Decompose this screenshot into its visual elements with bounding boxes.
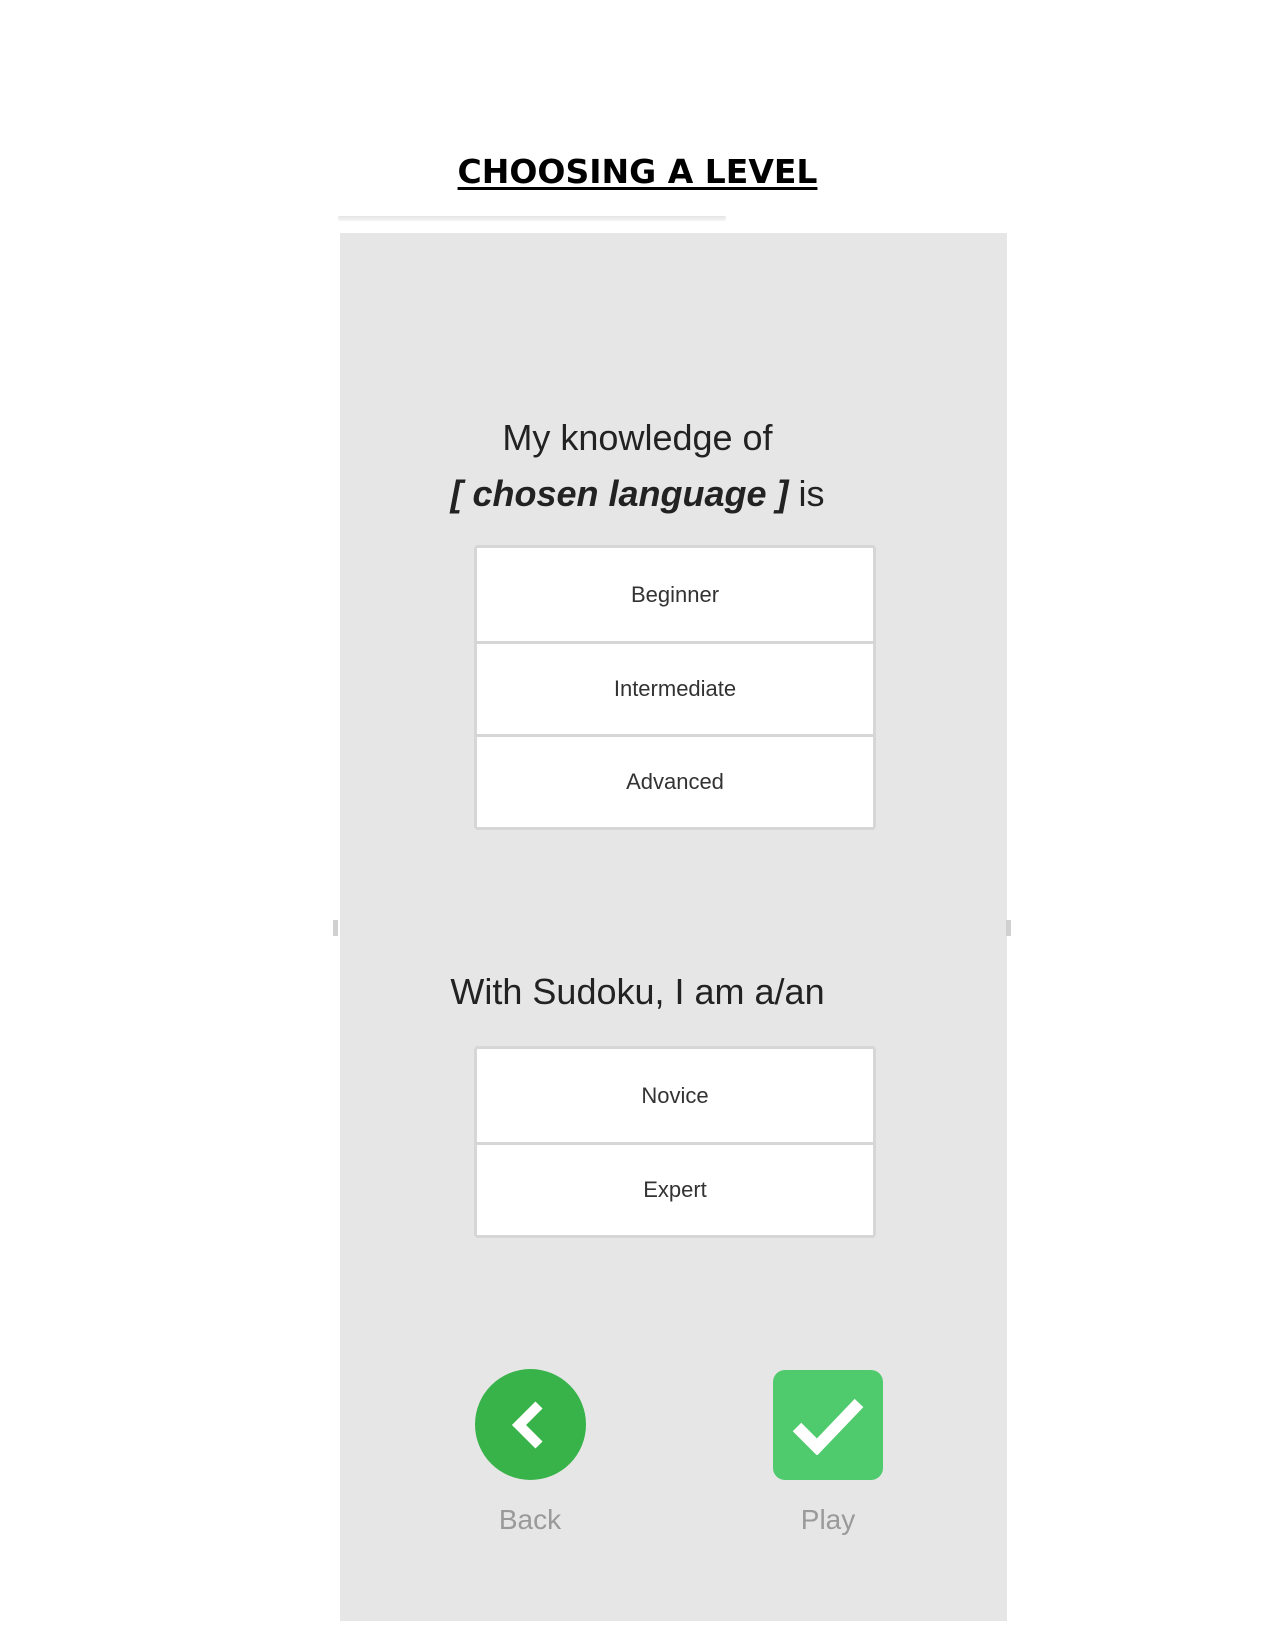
option-advanced[interactable]: Advanced bbox=[477, 734, 873, 827]
back-button[interactable] bbox=[475, 1369, 586, 1480]
language-question-suffix: is bbox=[788, 473, 825, 514]
option-novice[interactable]: Novice bbox=[477, 1049, 873, 1142]
language-level-options: Beginner Intermediate Advanced bbox=[474, 545, 876, 830]
language-question-line2: [ chosen language ] is bbox=[0, 466, 1275, 522]
checkmark-icon bbox=[792, 1398, 864, 1455]
chevron-left-icon bbox=[511, 1400, 543, 1449]
language-question-line1: My knowledge of bbox=[502, 417, 773, 458]
back-label: Back bbox=[498, 1504, 562, 1535]
option-beginner[interactable]: Beginner bbox=[477, 548, 873, 641]
divider-shadow bbox=[338, 216, 726, 221]
play-button[interactable] bbox=[773, 1370, 883, 1480]
document-title: CHOOSING A LEVEL bbox=[457, 152, 818, 191]
option-expert[interactable]: Expert bbox=[477, 1142, 873, 1235]
option-intermediate[interactable]: Intermediate bbox=[477, 641, 873, 734]
language-level-question: My knowledge of [ chosen language ] is bbox=[0, 410, 1275, 522]
play-label: Play bbox=[800, 1504, 856, 1535]
right-edge-mark bbox=[1006, 920, 1011, 936]
chosen-language-placeholder: [ chosen language ] bbox=[450, 473, 789, 514]
sudoku-level-question: With Sudoku, I am a/an bbox=[450, 971, 825, 1012]
left-edge-mark bbox=[333, 920, 338, 936]
sudoku-level-options: Novice Expert bbox=[474, 1046, 876, 1238]
